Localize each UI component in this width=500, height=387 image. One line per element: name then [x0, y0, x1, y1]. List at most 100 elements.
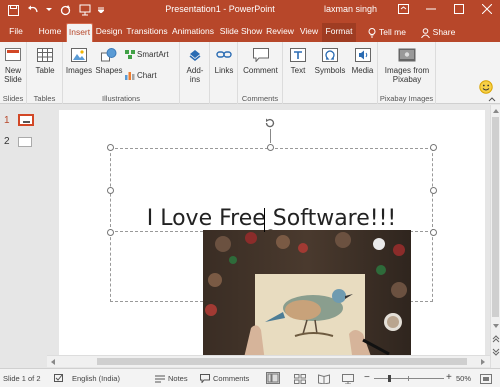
images-label: Images — [65, 66, 93, 75]
slide-thumbnail-2[interactable] — [18, 137, 32, 147]
resize-handle-ne[interactable] — [430, 144, 437, 151]
tab-view[interactable]: View — [298, 23, 320, 42]
slide-canvas[interactable]: I Love Free Software!!! — [59, 110, 485, 355]
smiley-icon — [479, 80, 493, 94]
shapes-button[interactable]: Shapes — [95, 46, 123, 75]
new-slide-button[interactable]: New Slide — [2, 46, 24, 84]
zoom-level[interactable]: 50% — [456, 374, 471, 383]
minimize-button[interactable] — [424, 2, 438, 16]
slide-thumbnail-1[interactable] — [18, 114, 34, 126]
resize-handle-nw[interactable] — [107, 144, 114, 151]
media-label: Media — [351, 66, 374, 75]
addins-button[interactable]: Add-ins — [182, 46, 208, 84]
slide-sorter-view-button[interactable] — [294, 374, 306, 384]
comments-icon — [200, 374, 210, 383]
vertical-scroll-thumb[interactable] — [492, 117, 499, 317]
maximize-button[interactable] — [452, 2, 466, 16]
zoom-in-button[interactable]: + — [446, 373, 452, 383]
chevron-up-icon — [488, 97, 496, 102]
thumbnail-number-1: 1 — [4, 115, 10, 126]
resize-handle-e[interactable] — [430, 187, 437, 194]
slide-show-icon — [342, 374, 354, 384]
user-name[interactable]: laxman singh — [324, 4, 377, 14]
horizontal-scrollbar[interactable] — [47, 355, 490, 367]
table-button[interactable]: Table — [32, 46, 58, 75]
notes-icon — [155, 375, 165, 382]
bird-drawing-photo — [203, 230, 411, 355]
slide-editing-area: I Love Free Software!!! — [47, 105, 490, 355]
table-icon — [36, 46, 54, 64]
normal-view-button[interactable] — [266, 372, 280, 384]
group-addins: Add-ins — [180, 42, 210, 104]
slide-counter: Slide 1 of 2 — [3, 374, 41, 383]
resize-handle-n[interactable] — [267, 144, 274, 151]
zoom-slider[interactable] — [374, 375, 444, 382]
tell-me-search[interactable]: Tell me — [364, 23, 410, 42]
collapse-ribbon-button[interactable] — [488, 94, 496, 102]
notes-button[interactable]: Notes — [155, 374, 188, 383]
scroll-right-icon — [481, 359, 485, 365]
inserted-photo[interactable] — [203, 230, 411, 355]
slide-title-text[interactable]: I Love Free Software!!! — [110, 206, 433, 231]
status-bar: Slide 1 of 2 English (India) Notes Comme… — [0, 368, 500, 387]
images-button[interactable]: Images — [65, 46, 93, 75]
images-from-pixabay-label: Images from Pixabay — [384, 66, 430, 84]
smartart-button[interactable]: SmartArt — [125, 50, 177, 59]
next-slide-icon[interactable] — [492, 348, 500, 356]
resize-handle-w[interactable] — [107, 187, 114, 194]
horizontal-scroll-thumb[interactable] — [97, 358, 467, 365]
comment-button[interactable]: Comment — [240, 46, 281, 75]
slide-sorter-icon — [294, 374, 306, 384]
comments-button[interactable]: Comments — [200, 374, 249, 383]
feedback-smiley-button[interactable] — [479, 80, 493, 94]
media-button[interactable]: Media — [349, 46, 376, 75]
vertical-scrollbar[interactable] — [490, 105, 500, 368]
share-button[interactable]: Share — [418, 23, 458, 42]
table-label: Table — [35, 66, 55, 75]
chart-button[interactable]: Chart — [125, 71, 165, 80]
reading-view-button[interactable] — [318, 374, 330, 384]
link-icon — [215, 46, 233, 64]
previous-slide-icon[interactable] — [492, 335, 500, 343]
lightbulb-icon — [368, 27, 376, 37]
comments-label: Comments — [213, 374, 250, 383]
group-pixabay: Images from Pixabay Pixabay Images — [378, 42, 436, 104]
ribbon-display-options-button[interactable] — [396, 2, 410, 16]
normal-view-icon — [266, 372, 280, 384]
tab-animations[interactable]: Animations — [170, 23, 216, 42]
addins-label: Add-ins — [186, 66, 204, 84]
tab-review[interactable]: Review — [266, 23, 294, 42]
zoom-out-button[interactable]: − — [364, 372, 370, 383]
links-button[interactable]: Links — [212, 46, 236, 75]
ribbon: New Slide Slides Table Tables Images Sha… — [0, 42, 500, 104]
tab-insert[interactable]: Insert — [66, 23, 93, 42]
group-tables: Table Tables — [27, 42, 63, 104]
reading-view-icon — [318, 374, 330, 384]
tab-transitions[interactable]: Transitions — [126, 23, 168, 42]
tab-home[interactable]: Home — [36, 23, 64, 42]
comment-label: Comment — [243, 66, 278, 75]
slide-show-view-button[interactable] — [342, 374, 354, 384]
images-from-pixabay-button[interactable]: Images from Pixabay — [380, 46, 434, 84]
tab-format[interactable]: Format — [322, 23, 356, 42]
text-button[interactable]: Text — [285, 46, 311, 75]
smartart-icon — [125, 50, 135, 59]
close-button[interactable] — [480, 2, 494, 16]
tab-design[interactable]: Design — [94, 23, 124, 42]
smartart-label: SmartArt — [137, 50, 169, 59]
group-label-slides: Slides — [2, 94, 24, 103]
language-indicator[interactable]: English (India) — [72, 374, 120, 383]
tab-slide-show[interactable]: Slide Show — [218, 23, 264, 42]
fit-slide-button[interactable] — [480, 374, 492, 384]
zoom-slider-thumb[interactable] — [388, 375, 391, 382]
spell-check-status[interactable] — [54, 374, 64, 383]
links-label: Links — [214, 66, 234, 75]
minus-icon: − — [364, 372, 370, 383]
symbols-button[interactable]: Symbols — [313, 46, 347, 75]
chart-label: Chart — [137, 71, 157, 80]
tab-file[interactable]: File — [4, 23, 28, 42]
group-label-illustrations: Illustrations — [102, 94, 140, 103]
ribbon-tabs: File Home Insert Design Transitions Anim… — [0, 20, 500, 42]
rotate-handle[interactable] — [264, 117, 276, 129]
slide-thumbnail-pane: 1 2 — [0, 105, 47, 368]
